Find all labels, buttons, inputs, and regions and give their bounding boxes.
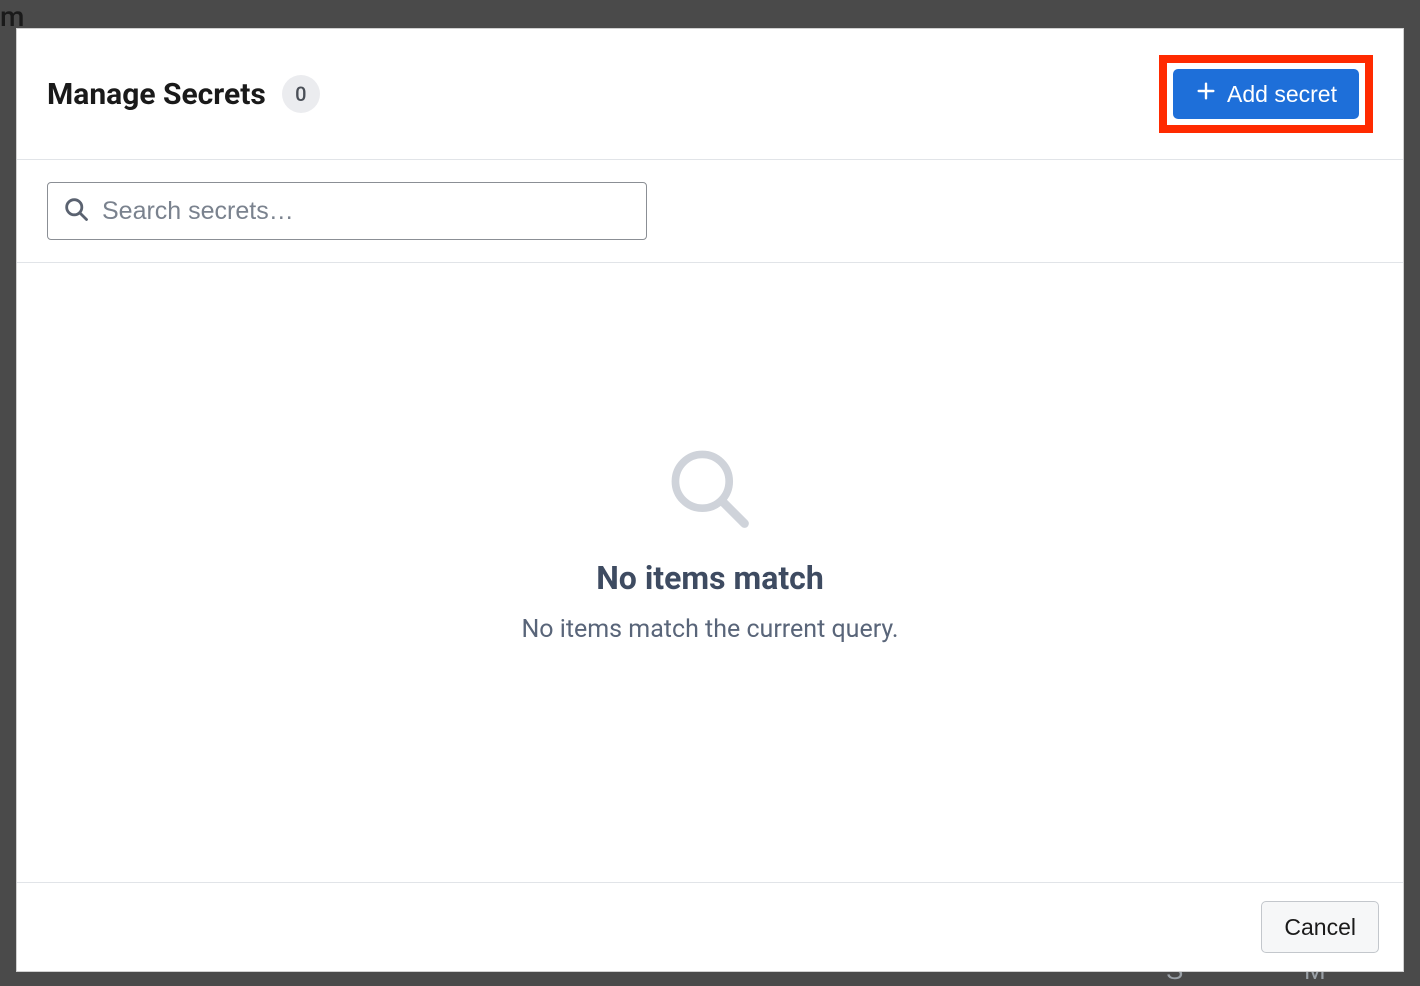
add-secret-button[interactable]: Add secret [1173, 69, 1359, 119]
empty-search-icon [662, 441, 758, 541]
plus-icon [1195, 80, 1217, 108]
modal-footer: Cancel [17, 882, 1403, 971]
empty-state-title: No items match [596, 559, 824, 597]
secrets-count-badge: 0 [282, 75, 320, 113]
search-icon [62, 195, 90, 227]
add-secret-button-label: Add secret [1227, 81, 1337, 108]
cancel-button[interactable]: Cancel [1261, 901, 1379, 953]
manage-secrets-modal: Manage Secrets 0 Add secret [16, 28, 1404, 972]
modal-header-left: Manage Secrets 0 [47, 75, 320, 113]
empty-state: No items match No items match the curren… [17, 263, 1403, 882]
empty-state-subtitle: No items match the current query. [521, 615, 898, 644]
add-secret-highlight-frame: Add secret [1159, 55, 1373, 133]
search-wrap[interactable] [47, 182, 647, 240]
modal-title: Manage Secrets [47, 77, 266, 112]
search-bar [17, 160, 1403, 263]
search-input[interactable] [102, 197, 632, 226]
modal-header: Manage Secrets 0 Add secret [17, 29, 1403, 160]
